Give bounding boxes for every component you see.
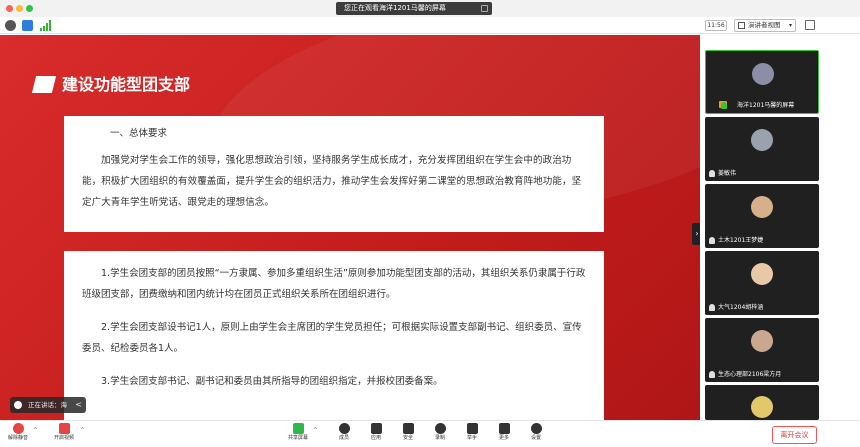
record-label: 录制	[434, 435, 445, 441]
fullscreen-icon[interactable]	[805, 20, 815, 30]
chevron-down-icon: ▾	[788, 22, 792, 29]
participant-tile[interactable]: 土木1201王梦婕	[705, 184, 819, 248]
participant-scrollbar[interactable]	[823, 35, 827, 420]
shared-screen: 建设功能型团支部 一、总体要求 加强党对学生会工作的领导，强化思想政治引领，坚持…	[0, 35, 700, 420]
share-screen-icon	[292, 423, 304, 434]
avatar	[751, 263, 773, 285]
mic-muted-icon	[709, 304, 715, 311]
screen-share-banner[interactable]: 您正在观看海洋1201马馨的屏幕	[336, 2, 492, 15]
video-off-icon	[58, 423, 70, 434]
speaking-indicator[interactable]: 正在讲话：海 <	[10, 397, 86, 413]
members-label: 成员	[338, 435, 349, 441]
avatar	[751, 196, 773, 218]
zoom-window-button[interactable]	[26, 5, 33, 12]
record-icon	[434, 423, 446, 434]
share-screen-label: 共享屏幕	[287, 435, 308, 441]
share-screen-button[interactable]: 共享屏幕	[284, 423, 312, 447]
participant-panel: 海洋1201马馨的屏幕 姜敏伟 土木1201王梦婕 大气1204胡梓涵 生态心理…	[700, 35, 823, 420]
participant-name-text: 土木1201王梦婕	[718, 237, 764, 244]
participant-tile[interactable]: 生态心理部2106梁方月	[705, 318, 819, 382]
grid-view-icon	[738, 22, 745, 29]
apps-button[interactable]: 应用	[362, 423, 390, 447]
meeting-window: 您正在观看海洋1201马馨的屏幕 11:56 演讲者视图 ▾ 建设功能型团支部 …	[0, 0, 860, 447]
avatar	[751, 396, 773, 418]
apps-label: 应用	[370, 435, 381, 441]
content-card-rules: 1.学生会团支部的团员按照“一方隶属、参加多重组织生活”原则参加功能型团支部的活…	[64, 251, 604, 420]
share-banner-stop-icon[interactable]	[481, 5, 488, 12]
rule-item-3: 3.学生会团支部书记、副书记和委员由其所指导的团组织指定，并报校团委备案。	[101, 376, 443, 387]
security-button[interactable]: 安全	[394, 423, 422, 447]
more-icon	[498, 423, 510, 434]
video-options-caret[interactable]: ^	[80, 427, 85, 434]
participant-name-text: 姜敏伟	[718, 170, 737, 177]
title-bar: 您正在观看海洋1201马馨的屏幕	[0, 0, 860, 17]
more-button[interactable]: 更多	[490, 423, 518, 447]
share-options-caret[interactable]: ^	[313, 427, 318, 434]
meeting-status-bar: 11:56 演讲者视图 ▾	[0, 17, 860, 34]
close-window-button[interactable]	[6, 5, 13, 12]
apps-grid-icon	[370, 423, 382, 434]
raise-hand-label: 举手	[466, 435, 477, 441]
participant-tile[interactable]: 大气1204胡梓涵	[705, 251, 819, 315]
card-paragraph: 加强党对学生会工作的领导，强化思想政治引领，坚持服务学生成长成才，充分发挥团组织…	[82, 155, 582, 208]
participant-name-text: 海洋1201马馨的屏幕	[737, 102, 795, 109]
avatar	[751, 330, 773, 352]
card-heading: 一、总体要求	[110, 128, 168, 139]
mic-icon	[721, 102, 727, 109]
participant-name: 姜敏伟	[709, 169, 817, 178]
members-icon	[338, 423, 350, 434]
mic-muted-icon	[709, 237, 715, 244]
more-label: 更多	[498, 435, 509, 441]
mic-muted-icon	[709, 170, 715, 177]
unmute-label: 解除静音	[7, 435, 28, 441]
participant-name: 生态心理部2106梁方月	[709, 370, 817, 379]
participant-name-text: 生态心理部2106梁方月	[718, 371, 782, 378]
speaker-avatar-icon	[14, 401, 22, 409]
audio-options-caret[interactable]: ^	[33, 427, 38, 434]
gear-icon	[530, 423, 542, 434]
participant-tile[interactable]: 海洋1201马馨的屏幕	[705, 50, 819, 114]
view-mode-label: 演讲者视图	[748, 21, 781, 29]
participant-tile[interactable]	[705, 385, 819, 420]
security-icon	[402, 423, 414, 434]
avatar	[751, 129, 773, 151]
slide-title: 建设功能型团支部	[62, 75, 191, 94]
members-button[interactable]: 成员	[330, 423, 358, 447]
minimize-window-button[interactable]	[16, 5, 23, 12]
settings-button[interactable]: 设置	[522, 423, 550, 447]
participant-name: 海洋1201马馨的屏幕	[710, 101, 816, 110]
screen-share-banner-text: 您正在观看海洋1201马馨的屏幕	[344, 4, 446, 12]
meeting-toolbar: 解除静音 ^ 开启视频 ^ 共享屏幕 ^ 成员 应用 安全 录制 举手 更多 设…	[0, 420, 860, 447]
raise-hand-button[interactable]: 举手	[458, 423, 486, 447]
speaking-text: 正在讲话：海	[28, 401, 67, 409]
security-label: 安全	[402, 435, 413, 441]
security-shield-icon[interactable]	[22, 20, 33, 31]
participant-tile[interactable]: 姜敏伟	[705, 117, 819, 181]
record-button[interactable]: 录制	[426, 423, 454, 447]
start-video-label: 开启视频	[53, 435, 74, 441]
unmute-button[interactable]: 解除静音	[4, 423, 32, 447]
chevron-left-icon: <	[75, 400, 82, 409]
slide-title-marker-icon	[31, 76, 57, 93]
view-mode-button[interactable]: 演讲者视图 ▾	[734, 19, 796, 32]
rule-item-1: 1.学生会团支部的团员按照“一方隶属、参加多重组织生活”原则参加功能型团支部的活…	[82, 268, 586, 300]
start-video-button[interactable]: 开启视频	[50, 423, 78, 447]
participant-name-text: 大气1204胡梓涵	[718, 304, 764, 311]
avatar	[752, 63, 774, 85]
meeting-info-icon[interactable]	[5, 20, 16, 31]
content-card-general: 一、总体要求 加强党对学生会工作的领导，强化思想政治引领，坚持服务学生成长成才，…	[64, 116, 604, 232]
mic-off-icon	[12, 423, 24, 434]
raise-hand-icon	[466, 423, 478, 434]
participant-name: 大气1204胡梓涵	[709, 303, 817, 312]
meeting-timer: 11:56	[705, 20, 727, 31]
leave-meeting-button[interactable]: 离开会议	[772, 426, 817, 444]
network-signal-icon[interactable]	[40, 20, 52, 31]
rule-item-2: 2.学生会团支部设书记1人，原则上由学生会主席团的学生党员担任；可根据实际设置支…	[82, 322, 582, 354]
settings-label: 设置	[530, 435, 541, 441]
participant-name: 土木1201王梦婕	[709, 236, 817, 245]
mic-muted-icon	[709, 371, 715, 378]
